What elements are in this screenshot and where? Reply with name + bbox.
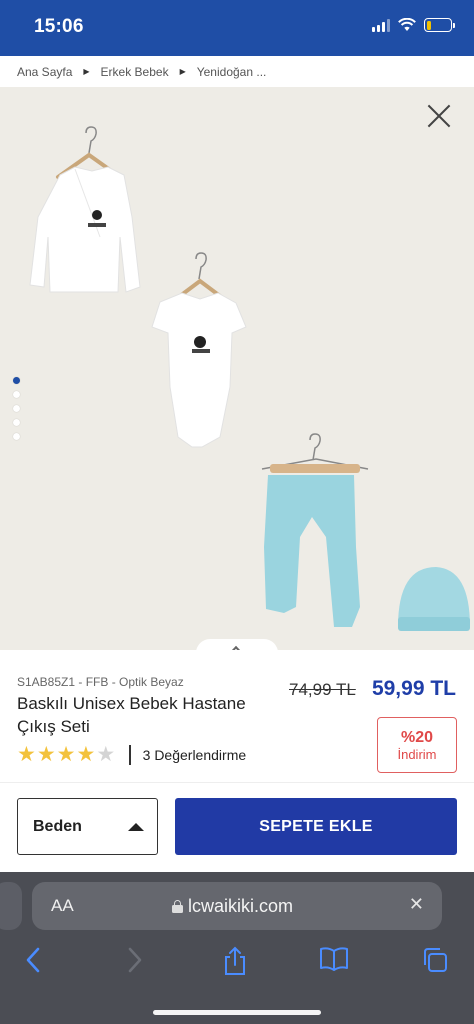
browser-nav-toolbar: [0, 942, 474, 982]
gallery-pagination-dots: [13, 377, 20, 440]
breadcrumb-item-home[interactable]: Ana Sayfa: [17, 65, 72, 79]
address-bar[interactable]: AA lcwaikiki.com ✕: [32, 882, 442, 930]
reader-settings-button[interactable]: AA: [51, 896, 74, 916]
clear-url-icon[interactable]: ✕: [409, 894, 424, 915]
star-filled-icon: ★: [36, 743, 56, 766]
tabs-icon[interactable]: [421, 946, 449, 974]
cellular-signal-icon: [372, 18, 390, 32]
product-info-panel: S1AB85Z1 - FFB - Optik Beyaz Baskılı Uni…: [0, 650, 474, 782]
url-text: lcwaikiki.com: [188, 896, 294, 916]
discount-badge: %20 İndirim: [377, 717, 457, 773]
product-sku: S1AB85Z1 - FFB - Optik Beyaz: [17, 675, 184, 689]
gallery-dot[interactable]: [13, 377, 20, 384]
product-title: Baskılı Unisex Bebek Hastane Çıkış Seti: [17, 694, 246, 736]
breadcrumb: Ana Sayfa ▶ Erkek Bebek ▶ Yenidoğan ...: [0, 56, 474, 87]
product-rating[interactable]: ★ ★ ★ ★ ★ 3 Değerlendirme: [17, 743, 247, 766]
old-price: 74,99 TL: [289, 680, 356, 699]
breadcrumb-separator-icon: ▶: [83, 67, 90, 76]
battery-icon: [424, 18, 455, 32]
review-count-link[interactable]: 3 Değerlendirme: [143, 747, 247, 763]
bookmarks-icon[interactable]: [319, 946, 349, 972]
caret-up-icon: [128, 823, 144, 831]
back-arrow-icon[interactable]: [24, 946, 42, 974]
star-filled-icon: ★: [76, 743, 96, 766]
forward-arrow-icon[interactable]: [126, 946, 144, 974]
breadcrumb-separator-icon: ▶: [179, 67, 186, 76]
star-filled-icon: ★: [17, 743, 36, 766]
rating-stars: ★ ★ ★ ★ ★: [17, 743, 116, 766]
star-empty-icon: ★: [96, 743, 116, 766]
gallery-dot[interactable]: [13, 405, 20, 412]
add-to-cart-button[interactable]: SEPETE EKLE: [175, 798, 457, 855]
size-select-label: Beden: [33, 817, 82, 835]
wifi-icon: [398, 18, 416, 31]
battery-level: [426, 20, 432, 30]
gallery-dot[interactable]: [13, 419, 20, 426]
share-icon[interactable]: [222, 946, 248, 976]
lock-icon: [172, 900, 183, 913]
close-gallery-button[interactable]: [426, 103, 452, 129]
sale-price: 59,99 TL: [371, 677, 456, 700]
product-image-gallery[interactable]: [0, 87, 474, 650]
breadcrumb-item-subcategory[interactable]: Yenidoğan ...: [197, 65, 267, 79]
discount-label: İndirim: [397, 746, 437, 762]
purchase-action-bar: Beden SEPETE EKLE: [0, 782, 474, 872]
gallery-dot[interactable]: [13, 391, 20, 398]
status-icons: [372, 18, 455, 32]
status-time: 15:06: [34, 16, 84, 37]
size-select[interactable]: Beden: [17, 798, 158, 855]
browser-toolbar: AA lcwaikiki.com ✕: [0, 872, 474, 1024]
breadcrumb-item-category[interactable]: Erkek Bebek: [101, 65, 169, 79]
discount-percent: %20: [400, 728, 434, 746]
rating-divider: [129, 745, 131, 765]
star-filled-icon: ★: [56, 743, 76, 766]
url-display[interactable]: lcwaikiki.com: [172, 896, 293, 917]
previous-tab-preview[interactable]: [0, 882, 22, 930]
status-bar: 15:06: [0, 0, 474, 56]
home-indicator: [153, 1010, 321, 1015]
gallery-dot[interactable]: [13, 433, 20, 440]
collapse-details-tab[interactable]: [196, 639, 278, 650]
product-photo: [29, 126, 470, 631]
